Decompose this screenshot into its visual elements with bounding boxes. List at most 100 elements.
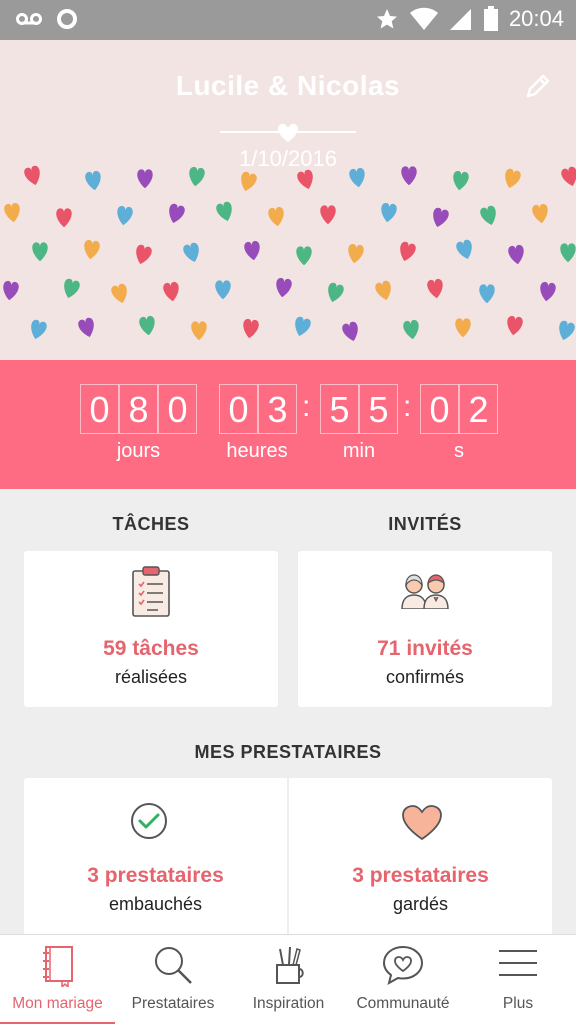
seconds-label: s — [454, 440, 464, 462]
decorative-heart — [296, 246, 312, 266]
guests-couple-icon — [401, 574, 449, 609]
star-icon — [376, 9, 397, 29]
nav-mon-mariage[interactable]: Mon mariage — [0, 935, 115, 1024]
decorative-heart — [3, 202, 22, 224]
edit-pencil-icon[interactable] — [522, 70, 554, 102]
nav-prestataires[interactable]: Prestataires — [115, 935, 231, 1024]
minutes-counter: 5 5 — [320, 384, 398, 434]
decorative-heart — [115, 205, 134, 227]
nav-inspiration[interactable]: Inspiration — [231, 935, 346, 1024]
decorative-heart — [182, 241, 203, 265]
decorative-heart — [531, 203, 550, 225]
clipboard-checklist-icon — [132, 566, 170, 617]
decorative-heart — [241, 318, 260, 340]
decorative-heart — [320, 205, 336, 225]
days-digit: 0 — [158, 384, 197, 434]
voicemail-icon — [16, 13, 42, 25]
decorative-heart — [479, 284, 495, 304]
days-digit: 0 — [80, 384, 119, 434]
nav-label: Mon mariage — [12, 995, 103, 1012]
nav-label: Plus — [502, 995, 534, 1012]
nav-communaute[interactable]: Communauté — [346, 935, 460, 1024]
decorative-heart — [138, 315, 157, 337]
days-label: jours — [116, 440, 161, 462]
decorative-heart — [402, 319, 421, 341]
decorative-heart — [27, 318, 48, 342]
decorative-heart — [237, 170, 258, 194]
hired-vendors-card[interactable]: 3 prestataires embauchés — [24, 778, 287, 934]
guests-subtitle: confirmés — [385, 667, 465, 687]
saved-vendors-subtitle: gardés — [392, 894, 449, 914]
decorative-heart — [84, 170, 103, 192]
decorative-heart — [429, 206, 450, 230]
signal-icon — [449, 9, 471, 30]
nav-label: Inspiration — [252, 995, 325, 1012]
decorative-heart — [60, 277, 81, 301]
couple-names: Lucile & Nicolas — [175, 70, 401, 101]
seconds-digit: 0 — [420, 384, 459, 434]
nav-label: Prestataires — [131, 995, 215, 1012]
pencil-cup-icon — [275, 946, 304, 984]
decorative-heart — [191, 321, 207, 341]
decorative-heart — [451, 170, 470, 192]
battery-icon — [483, 6, 498, 31]
wedding-header: Lucile & Nicolas 1/10/2016 — [0, 40, 576, 360]
decorative-heart — [426, 278, 445, 300]
vendors-section-title: MES PRESTATAIRES — [194, 742, 382, 762]
hired-vendors-subtitle: embauchés — [108, 894, 203, 914]
decorative-heart — [137, 169, 153, 189]
clock-time: 20:04 — [508, 6, 564, 31]
guests-card[interactable]: 71 invités confirmés — [298, 551, 552, 707]
minutes-digit: 5 — [359, 384, 398, 434]
hours-label: heures — [226, 440, 288, 462]
decorative-heart — [1, 280, 20, 302]
guests-count: 71 invités — [377, 637, 473, 660]
decorative-heart — [555, 319, 576, 343]
minutes-digit: 5 — [320, 384, 359, 434]
tasks-subtitle: réalisées — [114, 667, 188, 687]
hours-digit: 3 — [258, 384, 297, 434]
nav-label: Communauté — [356, 995, 450, 1012]
decorative-heart — [132, 243, 153, 267]
notebook-icon — [42, 946, 73, 987]
days-digit: 8 — [119, 384, 158, 434]
hours-counter: 0 3 — [219, 384, 297, 434]
search-icon — [155, 947, 192, 984]
heart-divider — [220, 123, 356, 142]
check-circle-icon — [131, 803, 167, 839]
decorative-heart — [455, 318, 471, 338]
decorative-heart — [396, 240, 417, 264]
days-counter: 0 8 0 — [80, 384, 197, 434]
saved-vendors-card[interactable]: 3 prestataires gardés — [289, 778, 552, 934]
decorative-heart — [215, 280, 231, 300]
wifi-icon — [409, 7, 438, 30]
decorative-heart — [324, 281, 345, 305]
decorative-heart — [341, 320, 362, 344]
hired-vendors-count: 3 prestataires — [87, 864, 224, 887]
decorative-heart — [479, 204, 500, 228]
chat-heart-icon — [382, 945, 424, 985]
decorative-heart — [379, 202, 398, 224]
status-bar: 20:04 — [0, 0, 576, 40]
minutes-label: min — [342, 440, 376, 462]
tasks-count: 59 tâches — [103, 637, 199, 660]
tasks-card[interactable]: 59 tâches réalisées — [24, 551, 278, 707]
decorative-heart — [165, 202, 186, 226]
decorative-heart — [56, 208, 72, 228]
hours-digit: 0 — [219, 384, 258, 434]
nav-plus[interactable]: Plus — [460, 935, 576, 1024]
guests-section-title: INVITÉS — [388, 514, 462, 534]
decorative-heart — [32, 242, 48, 262]
decorative-heart — [560, 243, 576, 263]
decorative-heart — [455, 238, 476, 262]
menu-icon — [499, 950, 537, 976]
time-separator: : — [302, 390, 311, 423]
decorative-heart — [82, 239, 101, 261]
decorative-heart — [243, 240, 262, 262]
decorative-heart — [296, 168, 317, 192]
decorative-heart — [291, 315, 312, 339]
decorative-heart — [538, 281, 557, 303]
decorative-heart — [110, 282, 131, 306]
time-separator: : — [403, 390, 412, 423]
wedding-date: 1/10/2016 — [239, 146, 337, 171]
